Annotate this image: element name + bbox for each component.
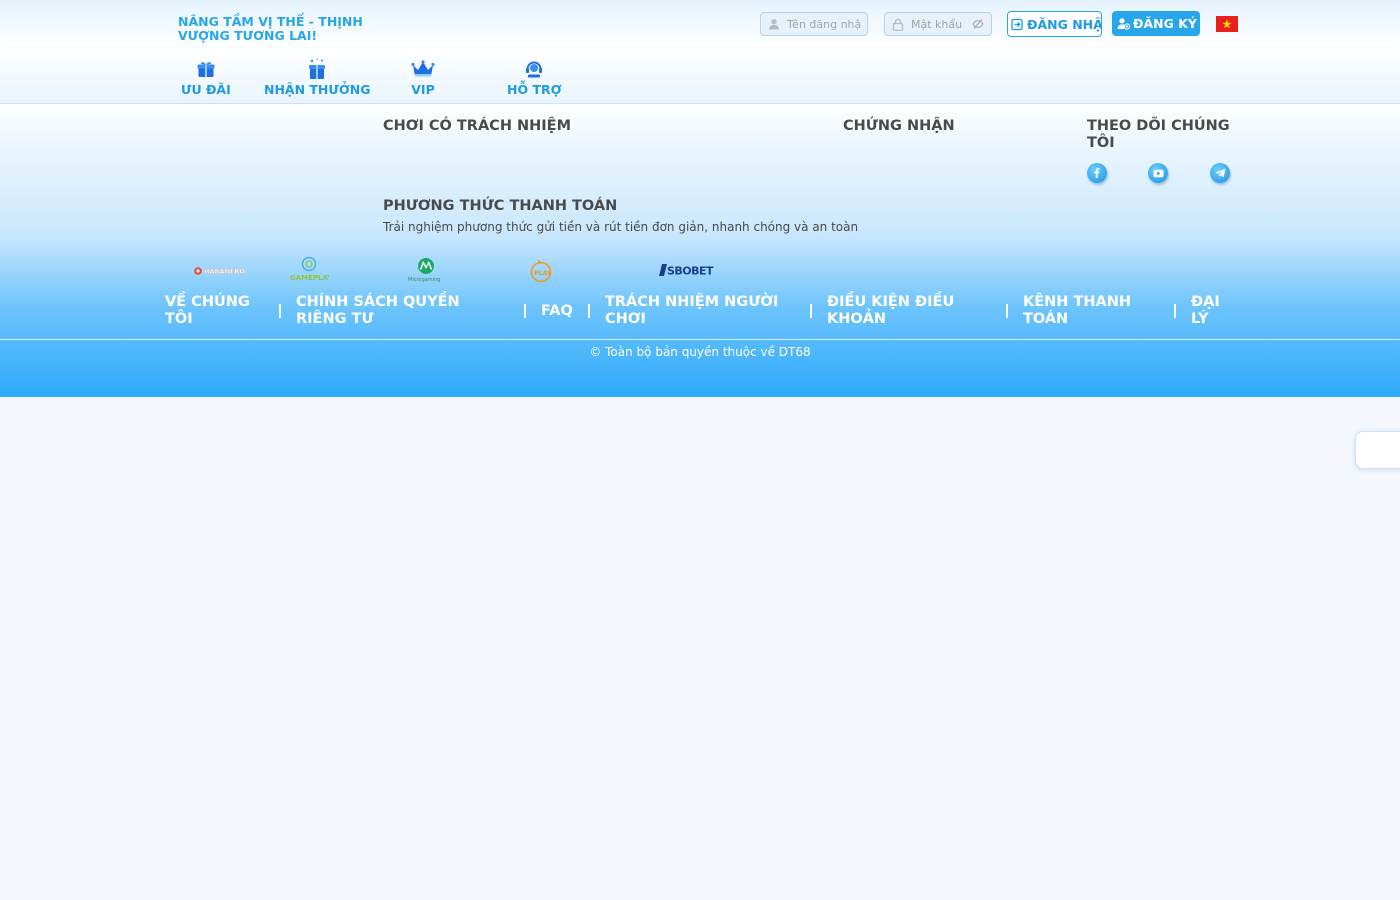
footer-link-agent[interactable]: ĐẠI LÝ: [1191, 294, 1231, 328]
play-label: PLAY: [535, 270, 552, 277]
youtube-icon[interactable]: [1148, 163, 1168, 183]
footer-link-faq[interactable]: FAQ: [541, 303, 573, 320]
footer-link-privacy[interactable]: CHÍNH SÁCH QUYỀN RIÊNG TƯ: [296, 294, 496, 328]
payment-methods-title: PHƯƠNG THỨC THANH TOÁN: [383, 198, 618, 214]
register-button[interactable]: ĐĂNG KÝ: [1112, 11, 1200, 36]
follow-us-title: THEO DÕI CHÚNG TÔI: [1087, 118, 1230, 151]
sbobet-label: SBOBET: [667, 265, 714, 278]
payment-methods-description: Trải nghiệm phương thức gửi tiền và rút …: [383, 220, 859, 234]
nav-label: HỖ TRỢ: [507, 82, 562, 97]
link-separator: [1174, 304, 1176, 318]
link-separator: [524, 304, 526, 318]
username-input[interactable]: [787, 17, 861, 31]
floating-side-tab[interactable]: [1355, 431, 1400, 469]
gameplay-logo-wrap: [289, 359, 329, 387]
nav-item-support[interactable]: HỖ TRỢ: [507, 58, 562, 97]
microgaming-label: Microgaming: [408, 277, 440, 283]
password-input[interactable]: [911, 17, 971, 31]
habanero-label: HABANERO: [204, 268, 245, 276]
certification-title: CHỨNG NHẬN: [843, 118, 955, 134]
footer-link-responsibility[interactable]: TRÁCH NHIỆM NGƯỜI CHƠI: [605, 294, 795, 328]
pragmatic-play-logo: PLAY: [529, 256, 553, 284]
responsible-gaming-title: CHƠI CÓ TRÁCH NHIỆM: [383, 118, 572, 134]
link-separator: [279, 304, 281, 318]
login-button[interactable]: ĐĂNG NHẬP: [1007, 11, 1102, 37]
footer-link-payment-channel[interactable]: KÊNH THANH TOÁN: [1023, 294, 1163, 328]
nav-item-rewards[interactable]: NHẬN THƯỞNG: [264, 58, 370, 97]
gift-box-icon: [194, 58, 218, 80]
site-slogan: NÂNG TẦM VỊ THẾ - THỊNH VƯỢNG TƯƠNG LAI!: [178, 14, 363, 43]
main-nav: ƯU ĐÃI NHẬN THƯỞNG VIP HỖ TRỢ: [0, 48, 1400, 104]
link-separator: [588, 304, 590, 318]
nav-item-vip[interactable]: VIP: [411, 58, 435, 97]
top-header: NÂNG TẦM VỊ THẾ - THỊNH VƯỢNG TƯƠNG LAI!…: [0, 0, 1400, 48]
sbobet-logo: SBOBET: [659, 262, 719, 278]
link-separator: [810, 304, 812, 318]
reward-gift-icon: [305, 58, 329, 80]
username-field[interactable]: [760, 12, 868, 36]
password-field[interactable]: [884, 12, 992, 36]
site-footer: CHƠI CÓ TRÁCH NHIỆM CHỨNG NHẬN THEO DÕI …: [0, 104, 1400, 397]
gameplay-label: GAMEPLAY: [290, 274, 329, 282]
footer-link-terms[interactable]: ĐIỀU KIỆN ĐIỀU KHOẢN: [827, 294, 997, 328]
support-headset-icon: [522, 58, 546, 80]
login-arrow-icon: [1011, 18, 1024, 31]
footer-link-about[interactable]: VỀ CHÚNG TÔI: [165, 294, 265, 328]
nav-label: VIP: [411, 82, 435, 97]
lock-icon: [891, 18, 904, 31]
copyright-text: © Toàn bộ bản quyền thuộc về DT68: [589, 345, 811, 359]
nav-item-promotions[interactable]: ƯU ĐÃI: [181, 58, 231, 97]
link-separator: [1006, 304, 1008, 318]
nav-label: ƯU ĐÃI: [181, 82, 231, 97]
login-label: ĐĂNG NHẬP: [1027, 16, 1102, 32]
nav-label: NHẬN THƯỞNG: [264, 82, 371, 97]
add-user-icon: [1117, 17, 1130, 30]
user-icon: [767, 18, 780, 31]
microgaming-logo: Microgaming: [407, 256, 445, 284]
gameplay-logo: GAMEPLAY: [289, 256, 329, 284]
telegram-icon[interactable]: [1210, 163, 1230, 183]
register-label: ĐĂNG KÝ: [1133, 16, 1197, 31]
crown-icon: [411, 58, 435, 80]
eye-slash-icon[interactable]: [972, 18, 984, 30]
habanero-logo: HABANERO: [193, 264, 249, 278]
footer-divider: [0, 339, 1400, 340]
vietnam-flag-icon[interactable]: [1216, 16, 1238, 32]
facebook-icon[interactable]: [1087, 163, 1107, 183]
